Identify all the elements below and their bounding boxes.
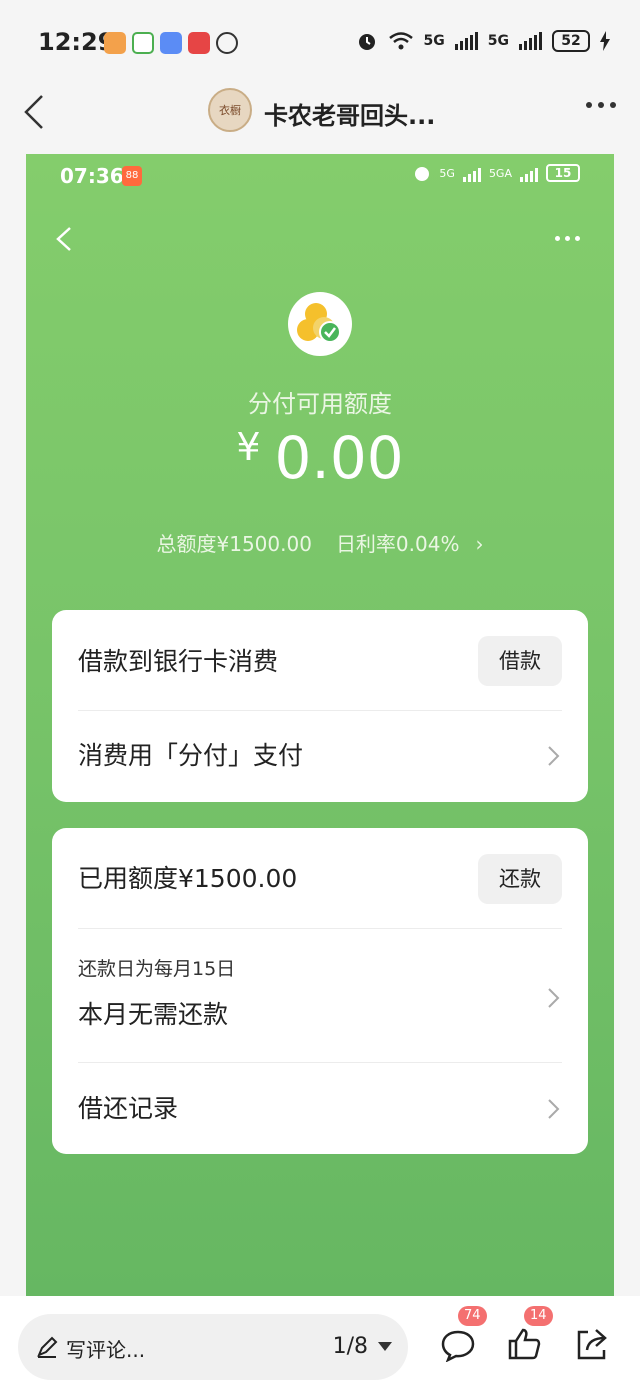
comment-input[interactable]: 写评论... 1/8 <box>18 1314 408 1380</box>
records-row[interactable]: 借还记录 <box>78 1084 562 1134</box>
alarm-icon <box>415 167 430 181</box>
dropdown-arrow-icon[interactable] <box>378 1342 392 1351</box>
signal-icon <box>520 164 538 182</box>
avatar[interactable]: 衣橱 <box>208 88 252 132</box>
status-time: 12:29 <box>38 28 115 56</box>
more-options-icon[interactable] <box>586 102 616 108</box>
message-notification-icon <box>160 32 182 54</box>
comment-placeholder: 写评论... <box>66 1338 146 1362</box>
inner-more-icon[interactable] <box>555 236 580 241</box>
due-status: 本月无需还款 <box>78 1000 229 1029</box>
inner-status-time: 07:36 <box>60 164 124 188</box>
inner-battery-indicator: 15 <box>546 164 580 182</box>
wifi-icon <box>388 32 413 50</box>
comment-icon <box>441 1330 475 1363</box>
inner-system-indicators: 5G 5GA 15 <box>413 164 580 182</box>
amount-value: 0.00 <box>274 424 404 492</box>
network-label: 5GA <box>488 166 512 180</box>
daily-rate: 日利率0.04% <box>335 532 460 556</box>
divider <box>78 1062 562 1063</box>
back-arrow-icon[interactable] <box>16 92 56 132</box>
post-header: 衣橱 卡农老哥回头... <box>0 80 640 150</box>
pay-label: 消费用「分付」支付 <box>78 741 304 770</box>
credit-meta[interactable]: 总额度¥1500.00 日利率0.04% › <box>26 528 614 557</box>
chevron-right-icon: › <box>475 532 484 556</box>
used-row: 已用额度¥1500.00 还款 <box>78 854 562 904</box>
thumbs-up-icon <box>508 1328 541 1360</box>
chevron-right-icon <box>548 746 560 766</box>
chevron-right-icon <box>548 1099 560 1119</box>
page-indicator[interactable]: 1/8 <box>333 1334 368 1359</box>
alarm-icon <box>358 34 375 50</box>
share-action[interactable] <box>574 1326 610 1362</box>
bottom-bar: 写评论... 1/8 74 14 <box>0 1296 640 1400</box>
comment-count-badge: 74 <box>458 1306 487 1326</box>
network-label: 5G <box>439 166 455 180</box>
app-notification-icon <box>104 32 126 54</box>
hand-notification-icon <box>216 32 238 54</box>
repay-button[interactable]: 还款 <box>478 854 562 904</box>
inner-app-badge-icon: 88 <box>122 166 142 186</box>
signal-icon <box>519 32 542 50</box>
comment-action[interactable]: 74 <box>440 1306 487 1363</box>
divider <box>78 710 562 711</box>
available-amount: ¥0.00 <box>26 424 614 492</box>
battery-indicator: 52 <box>552 30 590 52</box>
pay-row[interactable]: 消费用「分付」支付 <box>78 732 562 780</box>
avatar-text: 衣橱 <box>219 104 241 117</box>
records-label: 借还记录 <box>78 1094 179 1123</box>
currency-symbol: ¥ <box>236 425 261 469</box>
like-action[interactable]: 14 <box>506 1306 553 1362</box>
inner-back-icon[interactable] <box>52 226 78 252</box>
total-limit: 总额度¥1500.00 <box>156 532 312 556</box>
app-notification-icon <box>132 32 154 54</box>
network-label: 5G <box>487 33 509 49</box>
share-icon <box>577 1329 607 1360</box>
divider <box>78 928 562 929</box>
system-indicators: 5G 5G 52 <box>356 30 610 52</box>
screen: 12:29 5G 5G 52 衣橱 卡农老哥回头... 07:36 88 5G <box>0 0 640 1400</box>
signal-icon <box>454 32 478 50</box>
signal-icon <box>462 164 481 182</box>
borrow-card: 借款到银行卡消费 借款 消费用「分付」支付 <box>52 610 588 802</box>
credit-title: 分付可用额度 <box>248 390 392 418</box>
due-date-label: 还款日为每月15日 <box>78 958 236 980</box>
pencil-icon <box>37 1336 58 1358</box>
repay-card: 已用额度¥1500.00 还款 还款日为每月15日 本月无需还款 借还记录 <box>52 828 588 1154</box>
fenfu-logo-icon <box>288 292 352 356</box>
app-notification-icon <box>188 32 210 54</box>
borrow-button[interactable]: 借款 <box>478 636 562 686</box>
charging-icon <box>600 31 610 51</box>
embedded-screenshot: 07:36 88 5G 5GA 15 分付可用额度 ¥0.00 总额度¥1500… <box>26 154 614 1296</box>
due-row[interactable]: 还款日为每月15日 本月无需还款 <box>78 954 562 1042</box>
like-count-badge: 14 <box>524 1306 553 1326</box>
status-bar: 12:29 5G 5G 52 <box>0 0 640 88</box>
borrow-row[interactable]: 借款到银行卡消费 借款 <box>78 636 562 688</box>
network-label: 5G <box>423 33 445 49</box>
post-title: 卡农老哥回头... <box>264 102 436 130</box>
chevron-right-icon <box>548 988 560 1008</box>
